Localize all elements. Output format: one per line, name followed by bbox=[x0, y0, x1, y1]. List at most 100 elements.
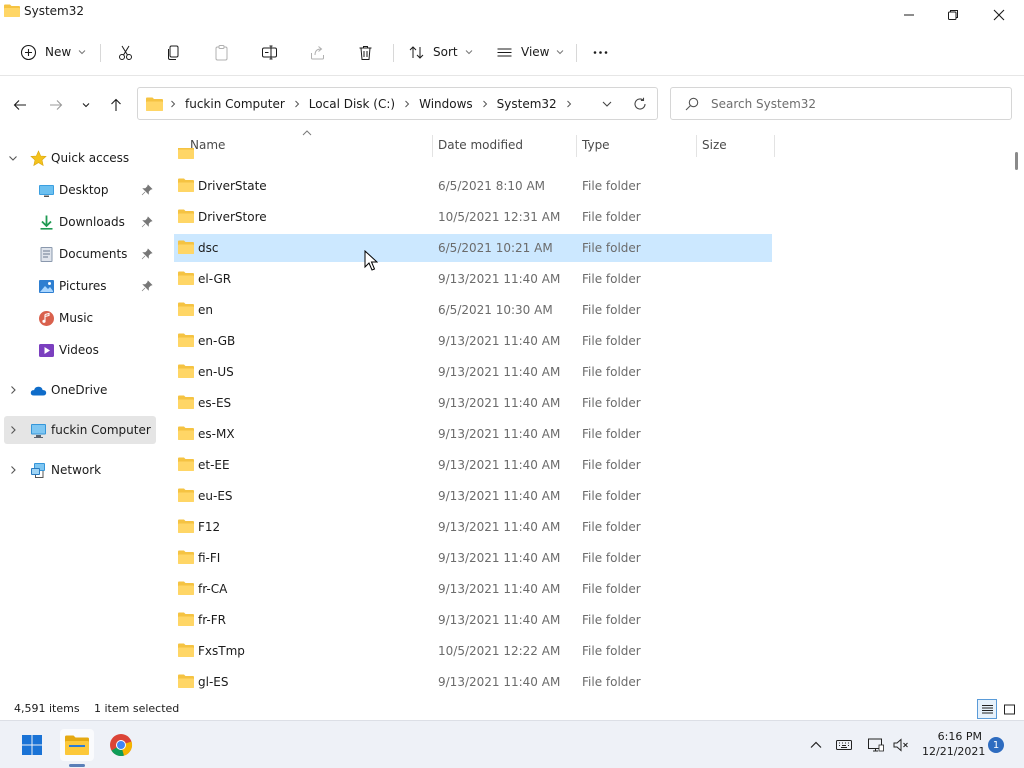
nav-downloads[interactable]: Downloads bbox=[0, 208, 156, 236]
display-icon[interactable] bbox=[868, 737, 884, 753]
restore-icon bbox=[948, 10, 958, 20]
file-row[interactable]: FxsTmp 10/5/2021 12:22 AM File folder bbox=[174, 637, 772, 665]
file-row[interactable]: fi-FI 9/13/2021 11:40 AM File folder bbox=[174, 544, 772, 572]
breadcrumb-windows[interactable]: Windows bbox=[419, 97, 473, 111]
breadcrumb-system32[interactable]: System32 bbox=[497, 97, 557, 111]
file-row[interactable]: el-GR 9/13/2021 11:40 AM File folder bbox=[174, 265, 772, 293]
nav-onedrive[interactable]: OneDrive bbox=[0, 376, 156, 404]
view-label: View bbox=[521, 45, 550, 59]
taskbar-file-explorer[interactable] bbox=[60, 729, 94, 761]
minimize-button[interactable] bbox=[886, 0, 932, 30]
maximize-button[interactable] bbox=[930, 0, 976, 30]
sort-button[interactable]: Sort bbox=[408, 38, 473, 66]
breadcrumb-computer[interactable]: fuckin Computer bbox=[185, 97, 285, 111]
more-options-button[interactable] bbox=[592, 38, 609, 66]
breadcrumb-local-disk[interactable]: Local Disk (C:) bbox=[309, 97, 395, 111]
pin-icon[interactable] bbox=[141, 280, 153, 292]
file-row-partial[interactable] bbox=[174, 148, 772, 167]
file-type: File folder bbox=[582, 334, 641, 348]
notification-badge[interactable]: 1 bbox=[988, 737, 1004, 753]
file-row[interactable]: fr-FR 9/13/2021 11:40 AM File folder bbox=[174, 606, 772, 634]
item-count: 4,591 items bbox=[14, 702, 80, 715]
vertical-scrollbar[interactable] bbox=[1010, 148, 1022, 697]
nav-documents[interactable]: Documents bbox=[0, 240, 156, 268]
nav-quick-access[interactable]: Quick access bbox=[0, 144, 156, 172]
tiles-view-icon bbox=[1003, 704, 1015, 714]
file-type: File folder bbox=[582, 489, 641, 503]
clock[interactable]: 6:16 PM 12/21/2021 bbox=[922, 729, 985, 759]
cut-button[interactable] bbox=[117, 38, 134, 66]
folder-icon bbox=[178, 612, 194, 626]
forward-button[interactable] bbox=[46, 95, 66, 115]
refresh-icon[interactable] bbox=[633, 97, 647, 111]
keyboard-icon[interactable] bbox=[836, 737, 852, 753]
search-box[interactable] bbox=[670, 87, 1012, 120]
up-button[interactable] bbox=[106, 95, 126, 115]
close-button[interactable] bbox=[976, 0, 1022, 30]
tiles-view-button[interactable] bbox=[999, 699, 1019, 719]
file-date-modified: 10/5/2021 12:31 AM bbox=[438, 210, 561, 224]
file-type: File folder bbox=[582, 210, 641, 224]
new-button[interactable]: New bbox=[20, 38, 86, 66]
file-row[interactable]: en-US 9/13/2021 11:40 AM File folder bbox=[174, 358, 772, 386]
file-row[interactable]: eu-ES 9/13/2021 11:40 AM File folder bbox=[174, 482, 772, 510]
nav-this-pc[interactable]: fuckin Computer bbox=[4, 416, 156, 444]
scissors-icon bbox=[119, 45, 132, 60]
nav-music[interactable]: Music bbox=[0, 304, 156, 332]
nav-label: Documents bbox=[59, 247, 128, 261]
nav-videos[interactable]: Videos bbox=[0, 336, 156, 364]
scrollbar-thumb[interactable] bbox=[1015, 152, 1018, 170]
chevron-up-icon[interactable] bbox=[808, 737, 824, 753]
file-name: es-ES bbox=[198, 396, 232, 410]
file-row[interactable]: et-EE 9/13/2021 11:40 AM File folder bbox=[174, 451, 772, 479]
volume-muted-icon[interactable] bbox=[893, 737, 909, 753]
file-type: File folder bbox=[582, 675, 641, 689]
file-row[interactable]: F12 9/13/2021 11:40 AM File folder bbox=[174, 513, 772, 541]
recent-locations-button[interactable] bbox=[76, 95, 96, 115]
network-icon bbox=[31, 462, 45, 478]
file-row[interactable]: es-ES 9/13/2021 11:40 AM File folder bbox=[174, 389, 772, 417]
nav-pictures[interactable]: Pictures bbox=[0, 272, 156, 300]
file-row[interactable]: DriverStore 10/5/2021 12:31 AM File folder bbox=[174, 203, 772, 231]
chevron-right-icon bbox=[11, 386, 16, 394]
pin-icon[interactable] bbox=[141, 216, 153, 228]
active-app-indicator bbox=[69, 764, 85, 767]
pin-icon[interactable] bbox=[141, 184, 153, 196]
file-row[interactable]: gl-ES 9/13/2021 11:40 AM File folder bbox=[174, 668, 772, 696]
paste-button[interactable] bbox=[213, 38, 230, 66]
file-name: DriverState bbox=[198, 179, 267, 193]
folder-icon bbox=[178, 240, 194, 254]
file-date-modified: 9/13/2021 11:40 AM bbox=[438, 551, 561, 565]
file-row[interactable]: DriverState 6/5/2021 8:10 AM File folder bbox=[174, 172, 772, 200]
file-row[interactable]: fr-CA 9/13/2021 11:40 AM File folder bbox=[174, 575, 772, 603]
mouse-cursor-icon bbox=[364, 250, 378, 271]
nav-network[interactable]: Network bbox=[0, 456, 156, 484]
file-row[interactable]: es-MX 9/13/2021 11:40 AM File folder bbox=[174, 420, 772, 448]
sort-ascending-icon bbox=[302, 130, 312, 136]
address-bar[interactable]: fuckin Computer Local Disk (C:) Windows … bbox=[137, 87, 658, 120]
nav-desktop[interactable]: Desktop bbox=[0, 176, 156, 204]
separator bbox=[576, 44, 577, 62]
back-button[interactable] bbox=[10, 95, 30, 115]
search-input[interactable] bbox=[711, 96, 991, 111]
nav-label: Music bbox=[59, 311, 94, 325]
file-row[interactable]: dsc 6/5/2021 10:21 AM File folder bbox=[174, 234, 772, 262]
taskbar-chrome[interactable] bbox=[104, 729, 138, 761]
details-view-button[interactable] bbox=[977, 699, 997, 719]
file-name: fi-FI bbox=[198, 551, 221, 565]
file-name: es-MX bbox=[198, 427, 235, 441]
share-button[interactable] bbox=[309, 38, 326, 66]
address-row: fuckin Computer Local Disk (C:) Windows … bbox=[0, 77, 1024, 131]
chevron-right-icon bbox=[11, 466, 16, 474]
start-button[interactable] bbox=[15, 729, 49, 761]
file-name: fr-CA bbox=[198, 582, 228, 596]
address-dropdown-icon[interactable] bbox=[601, 98, 613, 110]
delete-button[interactable] bbox=[357, 38, 374, 66]
rename-button[interactable] bbox=[261, 38, 278, 66]
copy-button[interactable] bbox=[165, 38, 182, 66]
file-row[interactable]: en 6/5/2021 10:30 AM File folder bbox=[174, 296, 772, 324]
pin-icon[interactable] bbox=[141, 248, 153, 260]
file-row[interactable]: en-GB 9/13/2021 11:40 AM File folder bbox=[174, 327, 772, 355]
view-button[interactable]: View bbox=[496, 38, 564, 66]
file-type: File folder bbox=[582, 272, 641, 286]
